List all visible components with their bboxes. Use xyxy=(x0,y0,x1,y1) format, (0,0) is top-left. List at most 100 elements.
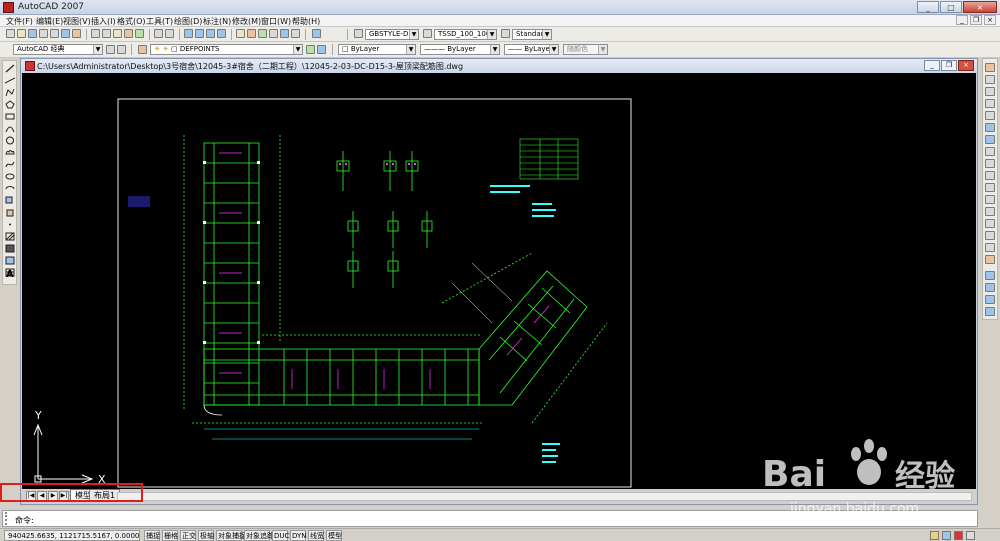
mirror-icon[interactable] xyxy=(985,87,995,96)
extend-icon[interactable] xyxy=(985,183,995,192)
layer-previous-icon[interactable] xyxy=(317,45,326,54)
help-icon[interactable] xyxy=(312,29,321,38)
tray-settings-icon[interactable] xyxy=(954,531,963,540)
block-editor-icon[interactable] xyxy=(135,29,144,38)
text-style-combo[interactable]: GBSTYLE-DIM ▼ xyxy=(365,29,419,40)
circle-icon[interactable] xyxy=(5,136,15,145)
linetype-combo[interactable]: ——— ByLayer ▼ xyxy=(420,44,500,55)
workspace-combo[interactable]: AutoCAD 经典 ▼ xyxy=(13,44,103,55)
layer-combo[interactable]: ☀ ☀ ▢ DEFPOINTS ▼ xyxy=(150,44,303,55)
array-icon[interactable] xyxy=(985,111,995,120)
copy-icon[interactable] xyxy=(102,29,111,38)
arc-icon[interactable] xyxy=(5,124,15,133)
revision-cloud-icon[interactable] xyxy=(5,148,15,157)
break-icon[interactable] xyxy=(985,207,995,216)
explode-icon[interactable] xyxy=(985,255,995,264)
make-block-icon[interactable] xyxy=(5,208,15,217)
polar-button[interactable]: 极轴 xyxy=(198,530,214,541)
rotate-icon[interactable] xyxy=(985,135,995,144)
table-style-icon[interactable] xyxy=(501,29,510,38)
drawing-minimize-button[interactable]: _ xyxy=(924,60,940,71)
ducs-button[interactable]: DUCS xyxy=(272,530,294,541)
draw-order-icon[interactable] xyxy=(985,271,995,280)
zoom-previous-icon[interactable] xyxy=(217,29,226,38)
menu-file[interactable]: 文件(F) xyxy=(6,16,33,27)
tool-palettes-icon[interactable] xyxy=(258,29,267,38)
plot-preview-icon[interactable] xyxy=(50,29,59,38)
maximize-button[interactable]: □ xyxy=(940,1,962,13)
ellipse-arc-icon[interactable] xyxy=(5,184,15,193)
redo-icon[interactable] xyxy=(165,29,174,38)
toolbar-lock-icon[interactable] xyxy=(942,531,951,540)
zoom-realtime-icon[interactable] xyxy=(195,29,204,38)
match-properties-icon[interactable] xyxy=(124,29,133,38)
doc-restore-button[interactable]: ❐ xyxy=(970,15,982,25)
autocad-app-icon[interactable] xyxy=(3,2,14,13)
design-center-icon[interactable] xyxy=(247,29,256,38)
join-icon[interactable] xyxy=(985,219,995,228)
dyn-button[interactable]: DYN xyxy=(290,530,307,541)
clean-screen-icon[interactable] xyxy=(966,531,975,540)
bring-to-front-icon[interactable] xyxy=(985,283,995,292)
color-combo[interactable]: □ ByLayer ▼ xyxy=(338,44,416,55)
offset-icon[interactable] xyxy=(985,99,995,108)
close-button[interactable]: × xyxy=(963,1,997,13)
fillet-icon[interactable] xyxy=(985,243,995,252)
grid-button[interactable]: 栅格 xyxy=(162,530,178,541)
ortho-button[interactable]: 正交 xyxy=(180,530,196,541)
move-icon[interactable] xyxy=(985,123,995,132)
menu-edit[interactable]: 编辑(E) xyxy=(36,16,63,27)
hatch-icon[interactable] xyxy=(5,232,15,241)
ellipse-icon[interactable] xyxy=(5,172,15,181)
3d-dwf-icon[interactable] xyxy=(72,29,81,38)
lineweight-combo[interactable]: —— ByLayer ▼ xyxy=(504,44,559,55)
model-canvas[interactable]: Y X xyxy=(22,73,976,489)
otrack-button[interactable]: 对象追踪 xyxy=(244,530,274,541)
polyline-icon[interactable] xyxy=(5,88,15,97)
multiline-text-icon[interactable]: A xyxy=(6,270,16,280)
save-icon[interactable] xyxy=(28,29,37,38)
new-icon[interactable] xyxy=(6,29,15,38)
paste-icon[interactable] xyxy=(113,29,122,38)
menu-dimension[interactable]: 标注(N) xyxy=(203,16,231,27)
dim-style-icon[interactable] xyxy=(423,29,432,38)
copy-object-icon[interactable] xyxy=(985,75,995,84)
pan-icon[interactable] xyxy=(184,29,193,38)
coordinate-readout[interactable]: 940425.6635, 1121715.5167, 0.0000 xyxy=(4,530,140,541)
drawing-restore-button[interactable]: ❐ xyxy=(941,60,957,71)
communication-center-icon[interactable] xyxy=(930,531,939,540)
command-line[interactable]: 命令: xyxy=(2,510,978,527)
properties-icon[interactable] xyxy=(236,29,245,38)
dim-style-combo[interactable]: TSSD_100_100 ▼ xyxy=(434,29,497,40)
text-style-icon[interactable] xyxy=(354,29,363,38)
plot-icon[interactable] xyxy=(39,29,48,38)
send-to-back-icon[interactable] xyxy=(985,295,995,304)
gradient-icon[interactable] xyxy=(5,244,15,253)
trim-icon[interactable] xyxy=(985,171,995,180)
zoom-window-icon[interactable] xyxy=(206,29,215,38)
drawing-close-button[interactable]: × xyxy=(958,60,974,71)
insert-block-icon[interactable] xyxy=(5,196,15,205)
model-button[interactable]: 模型 xyxy=(326,530,342,541)
menu-modify[interactable]: 修改(M) xyxy=(232,16,261,27)
construction-line-icon[interactable] xyxy=(5,76,15,85)
scale-icon[interactable] xyxy=(985,147,995,156)
point-icon[interactable] xyxy=(5,220,15,229)
osnap-button[interactable]: 对象捕捉 xyxy=(216,530,246,541)
workspace-settings-icon[interactable] xyxy=(106,45,115,54)
menu-draw[interactable]: 绘图(D) xyxy=(174,16,202,27)
polygon-icon[interactable] xyxy=(5,100,15,109)
minimize-button[interactable]: _ xyxy=(917,1,939,13)
sheet-set-icon[interactable] xyxy=(269,29,278,38)
open-icon[interactable] xyxy=(17,29,26,38)
snap-button[interactable]: 捕捉 xyxy=(144,530,160,541)
doc-minimize-button[interactable]: _ xyxy=(956,15,968,25)
menu-insert[interactable]: 插入(I) xyxy=(91,16,116,27)
command-grip[interactable] xyxy=(5,512,11,525)
cut-icon[interactable] xyxy=(91,29,100,38)
stretch-icon[interactable] xyxy=(985,159,995,168)
make-object-layer-current-icon[interactable] xyxy=(306,45,315,54)
spline-icon[interactable] xyxy=(5,160,15,169)
line-icon[interactable] xyxy=(5,64,15,73)
menu-format[interactable]: 格式(O) xyxy=(117,16,146,27)
